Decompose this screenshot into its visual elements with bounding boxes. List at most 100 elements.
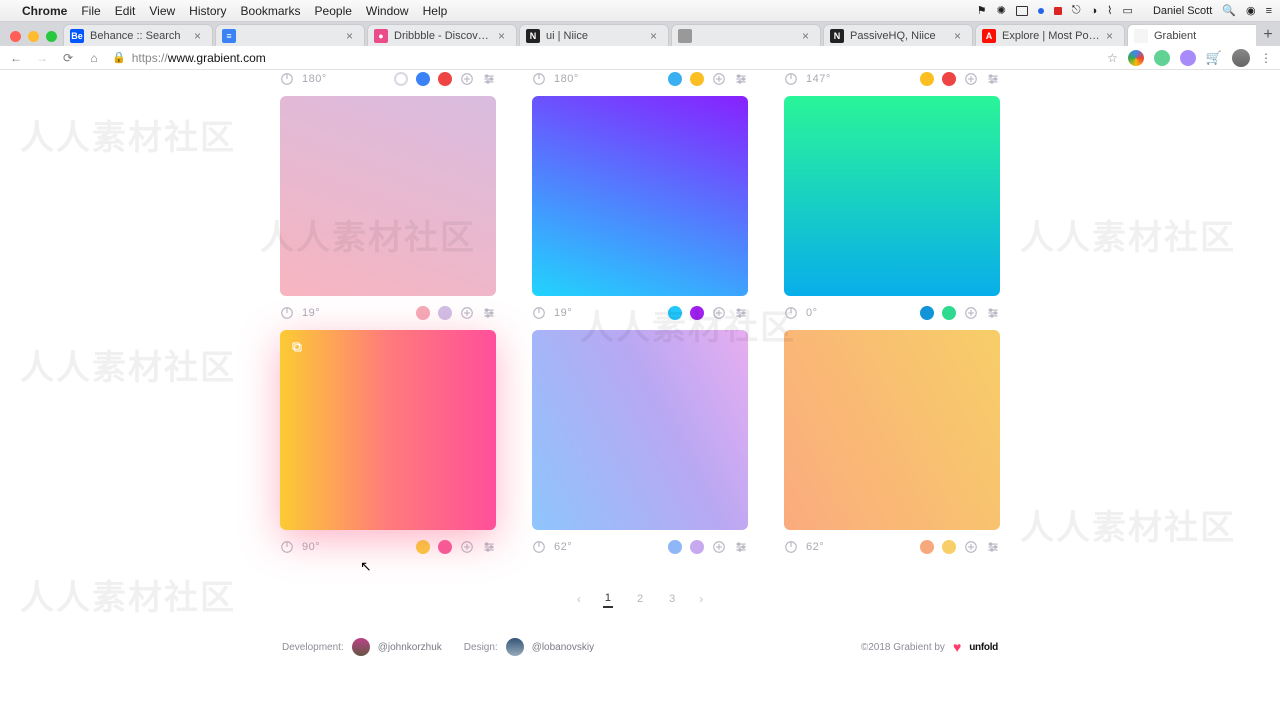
color-swatch[interactable] xyxy=(942,306,956,320)
prev-page-icon[interactable]: ‹ xyxy=(577,592,581,606)
back-button[interactable]: ← xyxy=(8,51,24,65)
angle-icon[interactable] xyxy=(784,540,798,554)
battery-icon[interactable]: ▭ xyxy=(1123,4,1133,17)
angle-value[interactable]: 90° xyxy=(302,541,320,553)
gradient-card[interactable] xyxy=(532,96,748,296)
angle-value[interactable]: 19° xyxy=(302,307,320,319)
menu-bookmarks[interactable]: Bookmarks xyxy=(241,4,301,18)
extension-icon[interactable] xyxy=(1154,50,1170,66)
color-swatch[interactable] xyxy=(416,306,430,320)
extension-icon[interactable] xyxy=(1128,50,1144,66)
angle-value[interactable]: 147° xyxy=(806,73,831,85)
browser-tab[interactable]: Grabient × xyxy=(1127,24,1256,46)
menubar-icon[interactable]: ⎋ xyxy=(1072,4,1081,17)
add-color-icon[interactable] xyxy=(964,306,978,320)
color-swatch[interactable] xyxy=(920,540,934,554)
star-icon[interactable]: ☆ xyxy=(1107,51,1118,65)
gradient-card[interactable] xyxy=(280,330,496,530)
browser-tab[interactable]: A Explore | Most Popular - Adobe × xyxy=(975,24,1125,46)
design-handle[interactable]: @lobanovskiy xyxy=(532,642,594,653)
browser-tab[interactable]: Be Behance :: Search × xyxy=(63,24,213,46)
menu-view[interactable]: View xyxy=(149,4,175,18)
menubar-icon[interactable] xyxy=(1016,6,1028,16)
sliders-icon[interactable] xyxy=(482,306,496,320)
angle-value[interactable]: 180° xyxy=(554,73,579,85)
more-icon[interactable]: ⋮ xyxy=(1260,51,1272,65)
color-swatch[interactable] xyxy=(438,540,452,554)
color-swatch[interactable] xyxy=(438,72,452,86)
menubar-user[interactable]: Daniel Scott xyxy=(1153,5,1212,17)
add-color-icon[interactable] xyxy=(712,540,726,554)
profile-avatar[interactable] xyxy=(1232,49,1250,67)
color-swatch[interactable] xyxy=(668,72,682,86)
menubar-icon[interactable]: ◑ xyxy=(1091,5,1098,17)
gradient-card[interactable] xyxy=(784,330,1000,530)
window-close-icon[interactable] xyxy=(10,31,21,42)
add-color-icon[interactable] xyxy=(964,72,978,86)
close-tab-icon[interactable]: × xyxy=(802,30,814,42)
angle-value[interactable]: 62° xyxy=(554,541,572,553)
address-bar[interactable]: 🔒 https://www.grabient.com xyxy=(112,49,1097,67)
window-min-icon[interactable] xyxy=(28,31,39,42)
sliders-icon[interactable] xyxy=(986,72,1000,86)
angle-value[interactable]: 62° xyxy=(806,541,824,553)
page-number[interactable]: 2 xyxy=(635,591,645,607)
siri-icon[interactable]: ◉ xyxy=(1246,4,1256,17)
color-swatch[interactable] xyxy=(920,306,934,320)
search-icon[interactable]: 🔍 xyxy=(1222,4,1236,17)
angle-icon[interactable] xyxy=(532,306,546,320)
sliders-icon[interactable] xyxy=(734,72,748,86)
color-swatch[interactable] xyxy=(690,306,704,320)
browser-tab[interactable]: N ui | Niice × xyxy=(519,24,669,46)
menu-people[interactable]: People xyxy=(315,4,352,18)
menu-edit[interactable]: Edit xyxy=(115,4,136,18)
sliders-icon[interactable] xyxy=(482,72,496,86)
page-number[interactable]: 1 xyxy=(603,590,613,608)
angle-value[interactable]: 19° xyxy=(554,307,572,319)
close-tab-icon[interactable]: × xyxy=(954,30,966,42)
color-swatch[interactable] xyxy=(416,72,430,86)
angle-value[interactable]: 0° xyxy=(806,307,818,319)
new-tab-button[interactable]: + xyxy=(1256,24,1280,46)
add-color-icon[interactable] xyxy=(460,306,474,320)
angle-icon[interactable] xyxy=(784,306,798,320)
brand-link[interactable]: unfold xyxy=(969,642,998,653)
window-max-icon[interactable] xyxy=(46,31,57,42)
close-tab-icon[interactable]: × xyxy=(194,30,206,42)
reload-button[interactable]: ⟳ xyxy=(60,51,76,65)
color-swatch[interactable] xyxy=(690,72,704,86)
menu-file[interactable]: File xyxy=(81,4,100,18)
sliders-icon[interactable] xyxy=(734,540,748,554)
angle-icon[interactable] xyxy=(280,540,294,554)
copy-icon[interactable] xyxy=(290,340,304,354)
color-swatch[interactable] xyxy=(668,540,682,554)
color-swatch[interactable] xyxy=(394,72,408,86)
color-swatch[interactable] xyxy=(920,72,934,86)
browser-tab[interactable]: × xyxy=(671,24,821,46)
menu-help[interactable]: Help xyxy=(423,4,448,18)
angle-icon[interactable] xyxy=(532,72,546,86)
forward-button[interactable]: → xyxy=(34,51,50,65)
menu-icon[interactable]: ≡ xyxy=(1266,5,1272,17)
sliders-icon[interactable] xyxy=(986,306,1000,320)
add-color-icon[interactable] xyxy=(712,306,726,320)
close-tab-icon[interactable]: × xyxy=(498,30,510,42)
menubar-icon[interactable] xyxy=(1054,7,1062,15)
extension-icon[interactable]: 🛒 xyxy=(1206,50,1222,66)
close-tab-icon[interactable]: × xyxy=(1106,30,1118,42)
home-button[interactable]: ⌂ xyxy=(86,51,102,65)
add-color-icon[interactable] xyxy=(460,72,474,86)
next-page-icon[interactable]: › xyxy=(699,592,703,606)
add-color-icon[interactable] xyxy=(964,540,978,554)
color-swatch[interactable] xyxy=(438,306,452,320)
browser-tab[interactable]: ≡ × xyxy=(215,24,365,46)
menu-history[interactable]: History xyxy=(189,4,226,18)
color-swatch[interactable] xyxy=(690,540,704,554)
sliders-icon[interactable] xyxy=(482,540,496,554)
angle-value[interactable]: 180° xyxy=(302,73,327,85)
add-color-icon[interactable] xyxy=(460,540,474,554)
color-swatch[interactable] xyxy=(942,72,956,86)
menubar-icon[interactable]: ✺ xyxy=(997,4,1006,17)
color-swatch[interactable] xyxy=(668,306,682,320)
close-tab-icon[interactable]: × xyxy=(346,30,358,42)
